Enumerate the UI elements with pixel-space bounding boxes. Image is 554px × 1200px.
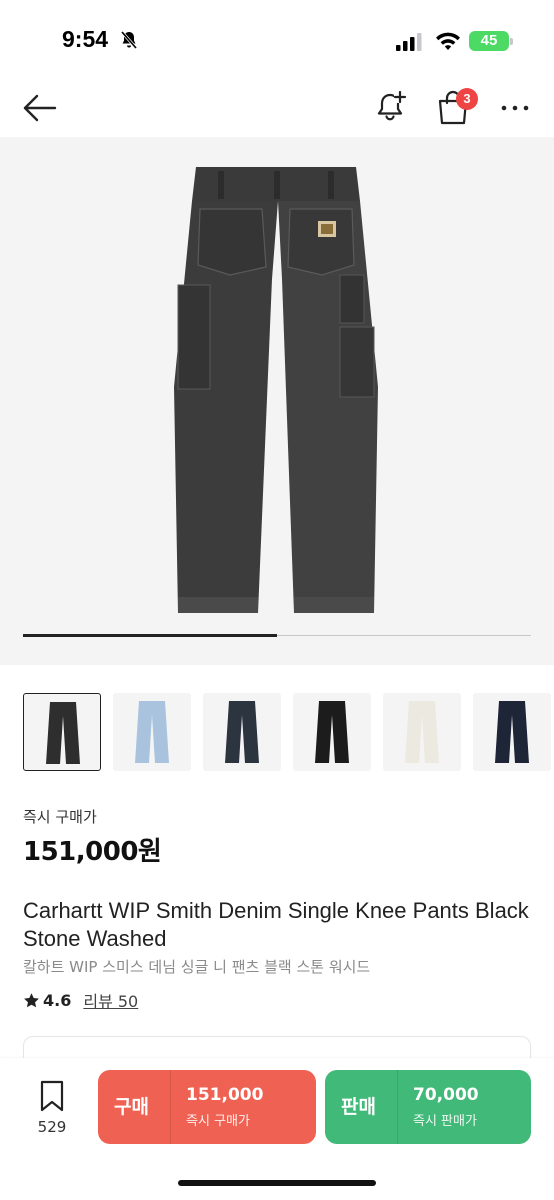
pants-thumbnail-image [46,702,80,764]
buy-label: 구매 [114,1096,149,1118]
pants-thumbnail-image [405,701,439,763]
thumbnail-light-blue[interactable] [113,693,191,771]
more-icon[interactable] [498,96,532,120]
pants-thumbnail-image [495,701,529,763]
wishlist-button[interactable]: 529 [28,1080,76,1140]
thumbnail-navy[interactable] [473,693,551,771]
cellular-signal-icon [396,33,422,51]
rating-row: 4.6 리뷰 50 [23,988,138,1012]
thumbnail-black[interactable] [293,693,371,771]
battery-indicator: 45 [469,31,513,51]
status-time: 9:54 [62,26,109,52]
rating-value: 4.6 [43,990,72,1010]
buy-button[interactable]: 구매 151,000 즉시 구매가 [98,1070,316,1144]
bell-mute-icon [120,31,138,49]
home-indicator [178,1180,376,1186]
product-image-gallery[interactable] [0,137,554,665]
color-thumbnail-row [23,693,554,773]
sell-divider [397,1070,398,1144]
buy-divider [170,1070,171,1144]
product-title: Carhartt WIP Smith Denim Single Knee Pan… [23,898,529,951]
buy-sublabel: 즉시 구매가 [186,1114,250,1129]
wishlist-count: 529 [37,1118,67,1136]
buy-price: 151,000 [186,1085,264,1105]
bookmark-icon [40,1080,64,1112]
bell-plus-icon[interactable] [372,88,408,124]
pants-thumbnail-image [315,701,349,763]
price-label: 즉시 구매가 [23,808,97,826]
sell-sublabel: 즉시 판매가 [413,1114,477,1129]
sell-button[interactable]: 판매 70,000 즉시 판매가 [325,1070,531,1144]
back-arrow-icon[interactable] [20,90,60,126]
thumbnail-black-stone[interactable] [23,693,101,771]
thumbnail-white[interactable] [383,693,461,771]
product-image[interactable] [170,167,384,615]
battery-level: 45 [480,32,498,49]
pants-thumbnail-image [135,701,169,763]
bottom-action-bar: 529 구매 151,000 즉시 구매가 판매 70,000 즉시 판매가 [0,1058,554,1200]
wifi-icon [436,32,460,50]
pants-thumbnail-image [225,701,259,763]
star-icon [24,992,39,1007]
product-subtitle: 칼하트 WIP 스미스 데님 싱글 니 팬츠 블랙 스톤 워시드 [23,958,371,976]
status-bar: 9:54 45 [0,0,554,80]
review-count-link[interactable]: 리뷰 50 [83,988,138,1012]
gallery-scroll-progress [23,634,277,637]
sell-price: 70,000 [413,1085,479,1105]
thumbnail-dark-blue[interactable] [203,693,281,771]
price-value: 151,000원 [23,837,162,867]
sell-label: 판매 [341,1096,376,1118]
cart-count-badge: 3 [456,88,478,110]
